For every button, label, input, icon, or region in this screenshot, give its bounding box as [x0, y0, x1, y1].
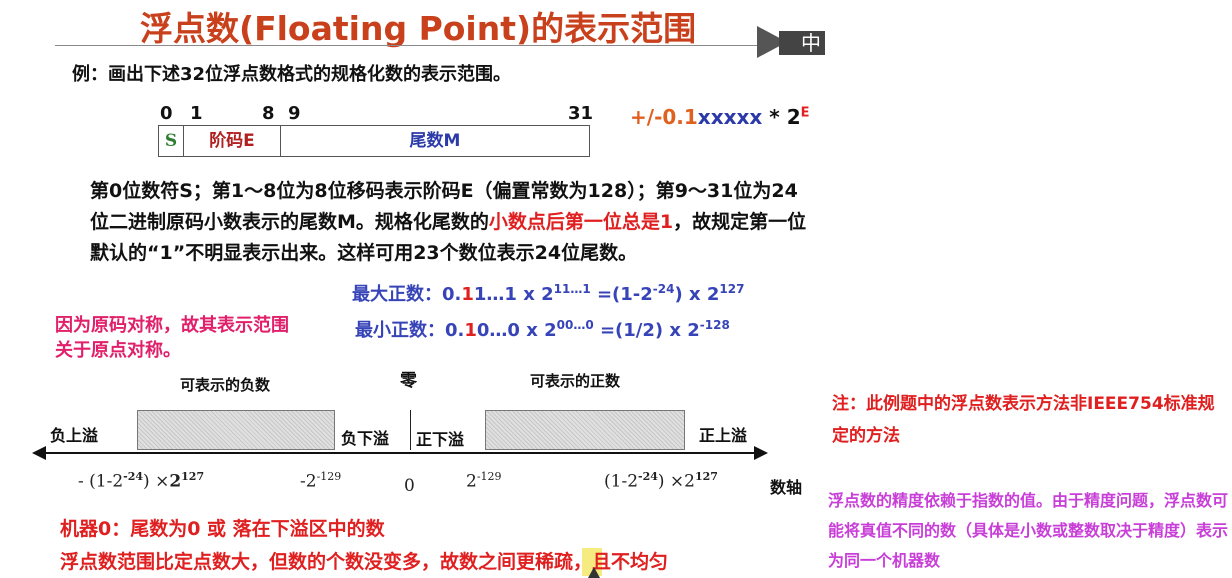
min-positive-mantissa: 0…0 x 2	[476, 320, 557, 341]
min-positive-exp-bits: 00…0	[556, 318, 594, 332]
exponent-field: 阶码E	[184, 126, 281, 156]
description-highlight: 小数点后第一位总是1	[488, 211, 674, 233]
tick-pos-max: (1-2-24) ×2127	[604, 470, 718, 492]
range-density-note: 浮点数范围比定点数大，但数的个数没变多，故数之间更稀疏，且不均匀	[60, 551, 669, 573]
bit-label-8: 8	[262, 103, 275, 124]
tick-pos-max-c: ) ×2	[657, 471, 695, 492]
tick-neg-max: - (1-2-24) ×2127	[78, 470, 204, 492]
title-divider	[55, 45, 815, 46]
bit-label-0: 0	[160, 103, 173, 124]
axis-left-arrow-icon	[32, 446, 46, 460]
symmetry-note: 因为原码对称，故其表示范围关于原点对称。	[55, 315, 289, 361]
min-positive-eq: =(1/2) x 2	[593, 320, 700, 341]
max-positive-exp3: 127	[719, 282, 745, 296]
tick-pos-max-exp2: 127	[695, 470, 718, 483]
max-positive-exp-bits: 11…1	[553, 282, 591, 296]
formula-exponent: E	[800, 105, 810, 121]
example-prompt: 例：画出下述32位浮点数格式的规格化数的表示范围。	[72, 64, 512, 85]
tick-pos-max-exp: -24	[638, 470, 658, 483]
positive-overflow-label: 正上溢	[699, 426, 748, 445]
tick-zero: 0	[404, 476, 415, 496]
tick-neg-max-base: 2	[169, 471, 182, 492]
positive-range-area	[485, 410, 685, 450]
negative-underflow-label: 负下溢	[341, 429, 390, 448]
tick-pos-min-exp: -129	[476, 470, 502, 483]
tick-neg-max-c: ) ×	[143, 471, 170, 492]
max-positive-leading-one: 1	[461, 284, 474, 305]
mantissa-field: 尾数M	[409, 131, 461, 151]
float-format-box: S 阶码E 尾数M	[158, 125, 590, 157]
zero-label: 零	[400, 371, 417, 391]
tick-pos-min: 2-129	[466, 470, 502, 492]
tick-pos-min-base: 2	[466, 471, 477, 492]
page-title: 浮点数(Floating Point)的表示范围	[140, 9, 697, 48]
max-positive-label: 最大正数：0.	[352, 284, 462, 305]
tick-pos-max-a: (1-2	[604, 471, 639, 492]
max-positive-exp2: -24	[652, 282, 675, 296]
zero-divider	[410, 410, 411, 450]
formula-times: * 2	[762, 105, 801, 129]
axis-name: 数轴	[770, 478, 803, 497]
negative-range-area	[137, 410, 335, 450]
precision-side-note: 浮点数的精度依赖于指数的值。由于精度问题，浮点数可能将真值不同的数（具体是小数或…	[828, 491, 1229, 570]
formula-mantissa: xxxxx	[697, 105, 763, 129]
tick-neg-max-exp2: 127	[181, 470, 205, 483]
sign-field: S	[159, 126, 184, 156]
negative-range-label: 可表示的负数	[180, 376, 271, 394]
bit-label-1: 1	[190, 103, 203, 124]
min-positive-exp2: -128	[699, 318, 730, 332]
max-positive-tail: ) x 2	[674, 284, 720, 305]
bit-label-9: 9	[288, 103, 301, 124]
max-positive: 最大正数：0.11…1 x 211…1 =(1-2-24) x 2127	[352, 280, 744, 306]
machine-zero-note: 机器0：尾数为0 或 落在下溢区中的数	[60, 518, 385, 540]
mouse-cursor-icon	[588, 567, 600, 578]
bit-label-31: 31	[568, 103, 594, 124]
axis-right-arrow-icon	[754, 446, 768, 460]
max-positive-mantissa: 1…1 x 2	[473, 284, 554, 305]
ieee-side-note: 注：此例题中的浮点数表示方法非IEEE754标准规定的方法	[832, 394, 1215, 446]
min-positive-label: 最小正数：0.	[355, 320, 465, 341]
min-positive-leading-one: 1	[464, 320, 477, 341]
badge-label: 中	[779, 31, 825, 55]
negative-overflow-label: 负上溢	[50, 426, 99, 445]
tick-neg-min-base: -2	[300, 471, 317, 492]
number-axis	[40, 452, 760, 454]
language-badge[interactable]: 中	[757, 26, 837, 58]
min-positive: 最小正数：0.10…0 x 200…0 =(1/2) x 2-128	[355, 316, 730, 342]
max-positive-eq: =(1-2	[590, 284, 653, 305]
tick-neg-max-exp: -24	[123, 470, 144, 483]
format-description: 第0位数符S；第1～8位为8位移码表示阶码E（偏置常数为128）；第9～31位为…	[90, 176, 810, 269]
tick-neg-min-exp: -129	[316, 470, 342, 483]
formula-sign: +/-0.1	[630, 105, 698, 129]
tick-neg-max-a: - (1-2	[78, 471, 124, 492]
positive-underflow-label: 正下溢	[416, 430, 465, 449]
tick-neg-min: -2-129	[300, 470, 341, 492]
normalized-formula: +/-0.1xxxxx * 2E	[630, 105, 810, 129]
positive-range-label: 可表示的正数	[530, 372, 621, 390]
